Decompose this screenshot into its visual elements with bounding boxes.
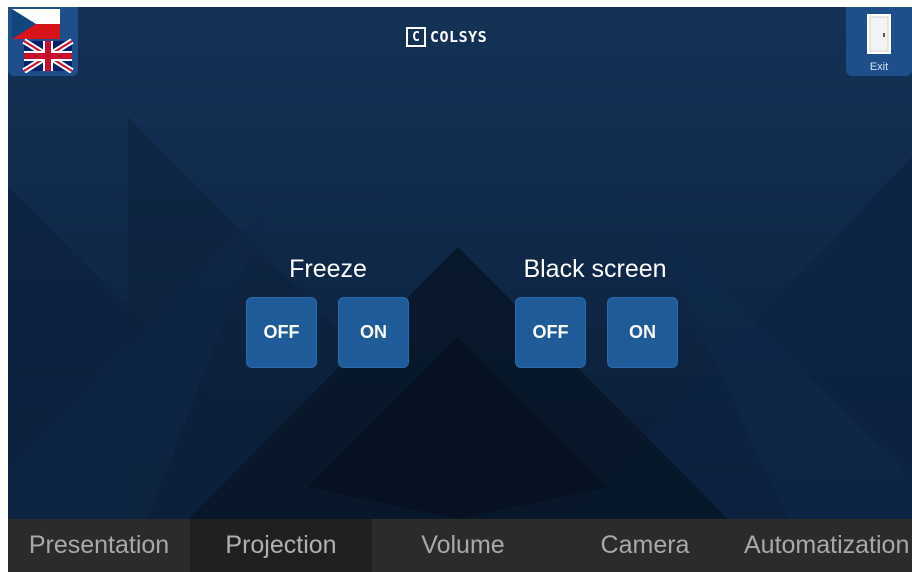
tab-presentation[interactable]: Presentation (8, 519, 190, 572)
background-pattern (8, 7, 912, 519)
freeze-on-button[interactable]: ON (338, 297, 409, 368)
bottom-tab-bar: Presentation Projection Volume Camera Au… (8, 519, 912, 572)
freeze-off-button[interactable]: OFF (246, 297, 317, 368)
black-screen-on-button[interactable]: ON (607, 297, 678, 368)
logo-text: COLSYS (430, 28, 488, 46)
language-button[interactable] (8, 7, 78, 76)
tab-camera[interactable]: Camera (554, 519, 736, 572)
black-screen-label: Black screen (523, 255, 667, 283)
exit-button[interactable]: Exit (846, 7, 912, 76)
tab-volume[interactable]: Volume (372, 519, 554, 572)
black-screen-off-button[interactable]: OFF (515, 297, 586, 368)
exit-label: Exit (869, 61, 889, 73)
door-icon (866, 13, 892, 60)
colsys-logo: C COLSYS (406, 25, 487, 49)
logo-mark: C (406, 27, 426, 47)
tab-projection[interactable]: Projection (190, 519, 372, 572)
freeze-label: Freeze (289, 255, 367, 283)
flag-cz-uk-icon (10, 7, 74, 78)
tab-automatization[interactable]: Automatization (736, 519, 912, 572)
app-screen: C COLSYS Exit Freeze OFF ON Black screen… (8, 7, 912, 572)
